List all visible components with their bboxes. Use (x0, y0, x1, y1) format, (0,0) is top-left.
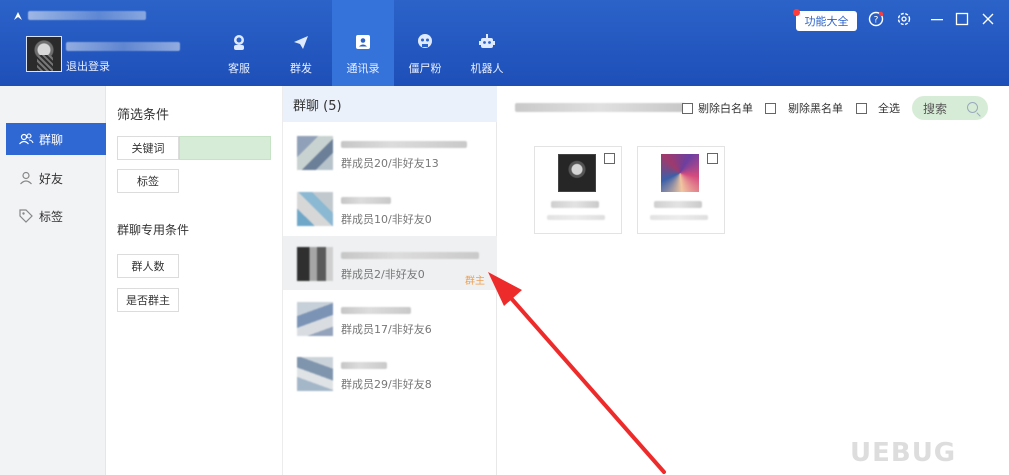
logout-link[interactable]: 退出登录 (66, 58, 110, 74)
member-avatar (661, 154, 699, 192)
sidebar-item-tags-label: 标签 (39, 209, 64, 224)
search-button[interactable]: 搜索 (912, 96, 988, 120)
owner-badge: 群主 (465, 276, 485, 287)
settings-gear-icon[interactable] (896, 11, 912, 27)
nav-customer-service-label: 客服 (228, 62, 250, 75)
zombie-icon (416, 33, 434, 51)
robot-icon (478, 33, 496, 51)
filter-panel: 筛选条件 关键词 标签 群聊专用条件 群人数 是否群主 (106, 86, 283, 475)
group-name (341, 307, 411, 314)
group-name (341, 197, 391, 204)
list-item[interactable]: 群成员10/非好友0 (283, 181, 497, 235)
person-icon (18, 170, 34, 186)
sidebar-item-friends[interactable]: 好友 (6, 162, 106, 194)
tag-icon (18, 208, 34, 224)
watermark-logo: UEBUG (850, 438, 957, 468)
nav-customer-service[interactable]: 客服 (208, 0, 270, 86)
member-id (650, 215, 708, 220)
group-avatar (297, 302, 333, 336)
tag-filter-button[interactable]: 标签 (117, 169, 179, 193)
list-item[interactable]: 群成员2/非好友0 群主 (283, 236, 497, 290)
customer-service-icon (230, 33, 248, 51)
member-count-button[interactable]: 群人数 (117, 254, 179, 278)
group-member-info: 群成员2/非好友0 (341, 268, 425, 281)
sidebar-item-groups[interactable]: 群聊 (6, 123, 106, 155)
avatar[interactable] (26, 36, 62, 72)
nav-zombie-fans-label: 僵尸粉 (408, 62, 442, 75)
group-icon (18, 131, 34, 147)
group-member-info: 群成员10/非好友0 (341, 213, 432, 226)
group-name (341, 362, 387, 369)
list-item[interactable]: 群成员17/非好友6 (283, 291, 497, 345)
filter-title: 筛选条件 (117, 108, 170, 123)
remove-blacklist-label: 剔除黑名单 (788, 102, 843, 115)
title-bar: 退出登录 客服 群发 通讯录 僵尸粉 机器人 功能大全 ? (0, 0, 1009, 86)
member-name (654, 201, 702, 208)
svg-text:?: ? (874, 16, 879, 26)
group-name (341, 141, 467, 148)
group-conditions-title: 群聊专用条件 (117, 223, 190, 237)
maximize-icon[interactable] (954, 11, 970, 27)
group-member-info: 群成员17/非好友6 (341, 323, 432, 336)
main-nav: 客服 群发 通讯录 僵尸粉 机器人 (208, 0, 518, 86)
remove-whitelist-checkbox[interactable] (765, 103, 776, 114)
sidebar-item-groups-label: 群聊 (39, 132, 64, 147)
keyword-button[interactable]: 关键词 (117, 136, 179, 160)
sidebar-item-friends-label: 好友 (39, 171, 64, 186)
contacts-icon (354, 33, 372, 51)
group-member-info: 群成员20/非好友13 (341, 157, 439, 170)
group-avatar (297, 136, 333, 170)
group-avatar (297, 357, 333, 391)
remove-blacklist-checkbox[interactable] (856, 103, 867, 114)
member-checkbox[interactable] (707, 153, 718, 164)
nav-mass-send-label: 群发 (290, 62, 312, 75)
app-logo-icon (12, 10, 24, 22)
group-list: 群聊 (5) 群成员20/非好友13 群成员10/非好友0 群成员2/非好友0 … (283, 86, 497, 475)
select-all-label: 全选 (878, 102, 900, 115)
group-list-header: 群聊 (5) (283, 86, 497, 122)
member-panel: 剔除白名单 剔除黑名单 全选 搜索 (497, 86, 1009, 475)
close-icon[interactable] (980, 11, 996, 27)
nav-robot-label: 机器人 (470, 62, 504, 75)
list-item[interactable]: 群成员20/非好友13 (283, 125, 497, 179)
member-card[interactable] (534, 146, 622, 234)
search-label: 搜索 (923, 101, 948, 116)
category-sidebar: 群聊 好友 标签 (0, 86, 106, 475)
nav-zombie-fans[interactable]: 僵尸粉 (394, 0, 456, 86)
send-plane-icon (292, 33, 310, 51)
group-avatar (297, 192, 333, 226)
all-functions-button[interactable]: 功能大全 (796, 11, 857, 31)
list-item[interactable]: 群成员29/非好友8 (283, 346, 497, 400)
app-window: 退出登录 客服 群发 通讯录 僵尸粉 机器人 功能大全 ? 群聊 好友 标签 筛… (0, 0, 1009, 475)
member-checkbox[interactable] (604, 153, 615, 164)
notification-dot (793, 9, 800, 16)
member-card[interactable] (637, 146, 725, 234)
group-member-info: 群成员29/非好友8 (341, 378, 432, 391)
group-name (341, 252, 479, 259)
nav-robot[interactable]: 机器人 (456, 0, 518, 86)
member-id (547, 215, 605, 220)
minimize-icon[interactable] (929, 11, 945, 27)
nav-contacts[interactable]: 通讯录 (332, 0, 394, 86)
keyword-input[interactable] (179, 136, 271, 160)
selected-group-title (515, 103, 685, 112)
remove-whitelist-label: 剔除白名单 (698, 102, 753, 115)
nav-contacts-label: 通讯录 (346, 62, 380, 75)
search-icon (967, 102, 978, 113)
member-name (551, 201, 599, 208)
username (66, 42, 180, 51)
nav-mass-send[interactable]: 群发 (270, 0, 332, 86)
app-title (28, 11, 146, 20)
help-icon[interactable]: ? (868, 11, 884, 27)
remove-whitelist-prefix-checkbox[interactable] (682, 103, 693, 114)
group-avatar (297, 247, 333, 281)
is-owner-button[interactable]: 是否群主 (117, 288, 179, 312)
member-avatar (558, 154, 596, 192)
sidebar-item-tags[interactable]: 标签 (6, 200, 106, 232)
